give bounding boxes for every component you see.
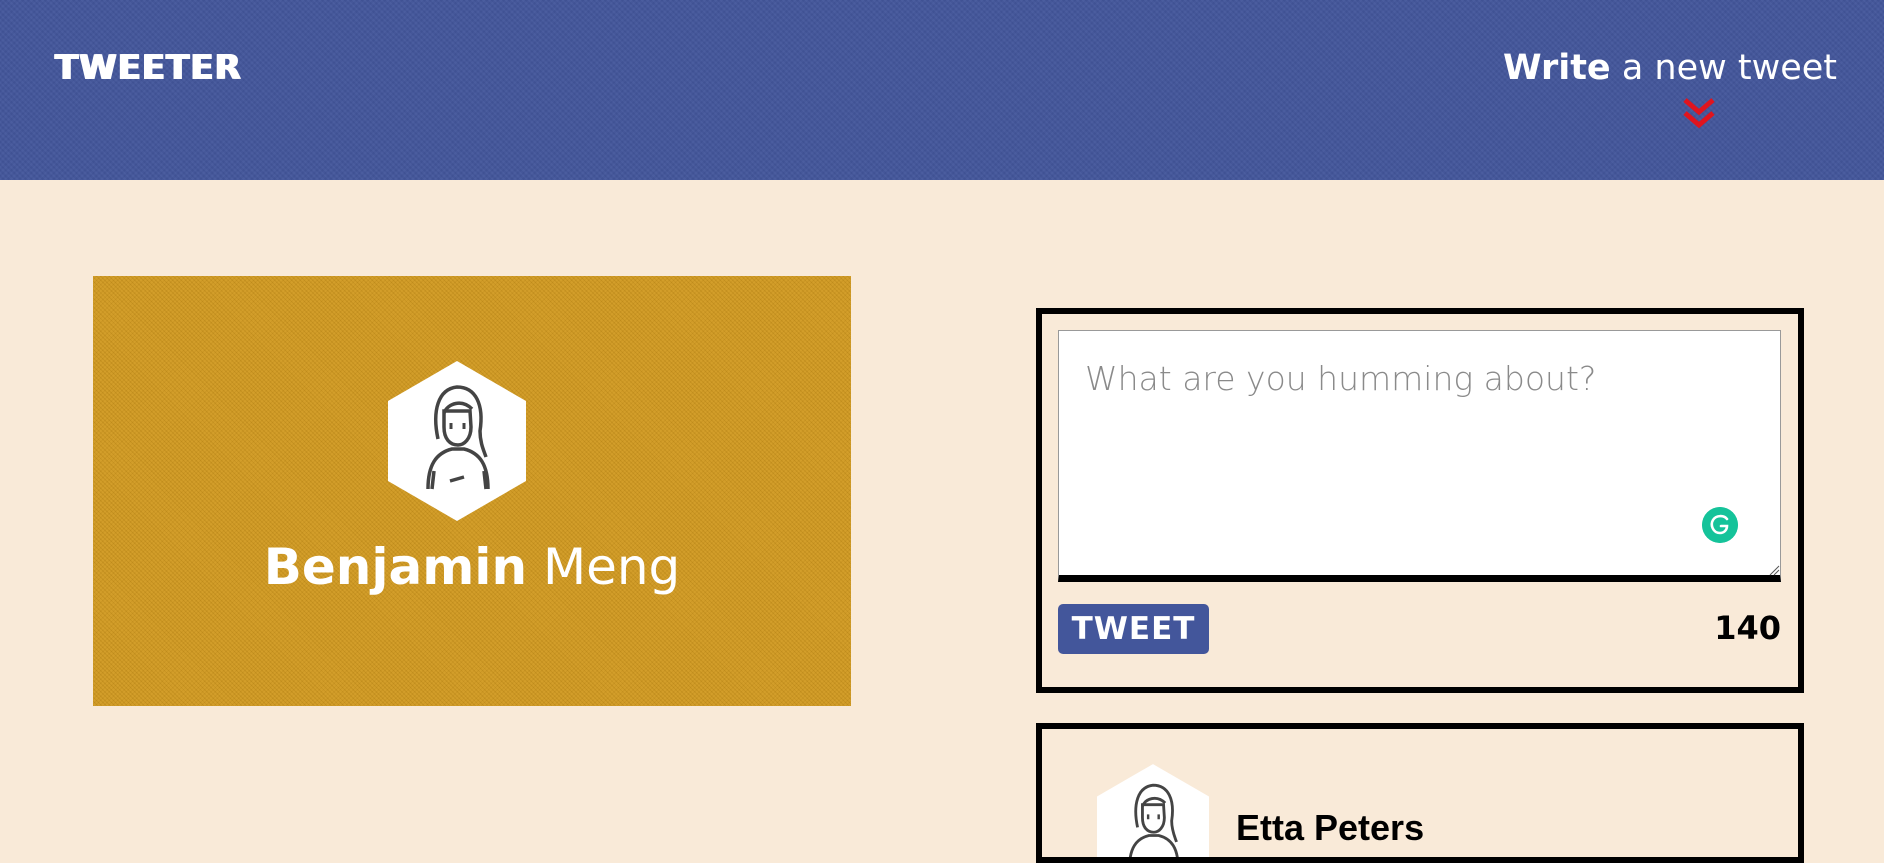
tweet-submit-button[interactable]: TWEET <box>1058 604 1209 654</box>
tweet-author-name: Etta Peters <box>1236 807 1425 848</box>
double-chevron-down-icon[interactable] <box>1681 96 1717 132</box>
profile-first-name: Benjamin <box>263 538 528 596</box>
write-new-tweet-toggle[interactable]: Write a new tweet <box>1503 48 1837 88</box>
tweet-text-input[interactable] <box>1058 330 1781 582</box>
nav-bar: TWEETER Write a new tweet <box>0 0 1884 180</box>
grammarly-icon[interactable] <box>1702 507 1738 543</box>
tweet-card: Etta Peters <box>1036 723 1804 863</box>
person-avatar-icon <box>388 361 526 521</box>
profile-name: Benjamin Meng <box>93 538 851 596</box>
compose-toggle-strong-text: Write <box>1502 48 1611 88</box>
compose-tweet-form: TWEET 140 <box>1036 308 1804 693</box>
person-avatar-icon <box>1097 764 1209 857</box>
profile-last-name: Meng <box>542 538 681 596</box>
character-counter: 140 <box>1714 609 1781 647</box>
compose-toggle-light-text: a new tweet <box>1621 48 1837 88</box>
profile-card: Benjamin Meng <box>93 276 851 706</box>
resize-handle-icon[interactable] <box>1768 564 1780 576</box>
app-logo[interactable]: TWEETER <box>55 48 242 88</box>
